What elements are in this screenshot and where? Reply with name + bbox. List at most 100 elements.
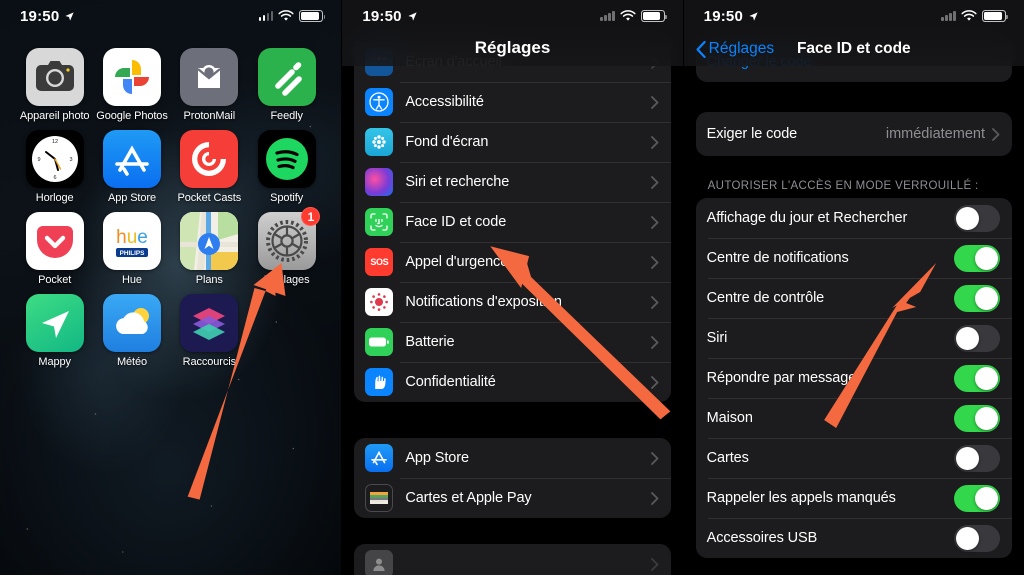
settings-row-label: Confidentialité — [405, 374, 496, 390]
battery-icon — [981, 10, 1008, 22]
app-row: Appareil photo Google Photos ProtonMail — [16, 48, 325, 130]
toggle-label: Maison — [706, 410, 753, 426]
app-label: App Store — [107, 192, 156, 204]
exposure-notifications-icon — [365, 288, 394, 316]
chevron-right-icon — [650, 375, 659, 389]
svg-text:hue: hue — [116, 227, 148, 248]
cellular-bars-icon — [600, 11, 615, 21]
toggle-switch[interactable] — [953, 524, 1000, 552]
pocket-app-icon — [25, 212, 84, 270]
back-button[interactable]: Réglages — [696, 40, 774, 58]
app-mappy[interactable]: Mappy — [16, 294, 93, 368]
app-label: Plans — [195, 274, 223, 286]
settings-row-cartes-apple-pay[interactable]: Cartes et Apple Pay — [354, 478, 671, 518]
toggle-switch[interactable] — [953, 324, 1000, 352]
three-phone-screenshots: 19:50 Appareil photo Google Photos Proto… — [0, 0, 1024, 575]
battery-icon — [640, 10, 667, 22]
toggle-row-rappeler-appels-manques[interactable]: Rappeler les appels manqués — [696, 478, 1012, 518]
app-horloge[interactable]: 12 3 6 9 Horloge — [16, 130, 93, 204]
settings-row-label: Batterie — [405, 334, 455, 350]
toggle-switch[interactable] — [953, 284, 1000, 312]
status-bar-faceid: 19:50 — [684, 0, 1024, 32]
require-code-value: immédiatement — [885, 126, 985, 142]
toggle-switch[interactable] — [953, 364, 1000, 392]
mappy-app-icon — [25, 294, 84, 352]
wallet-apple-pay-icon — [365, 484, 394, 512]
toggle-row-cartes[interactable]: Cartes — [696, 438, 1012, 478]
pocket-casts-app-icon — [180, 130, 239, 188]
status-bar-left: 19:50 — [20, 8, 75, 25]
feedly-app-icon — [257, 48, 316, 106]
settings-row-accessibilite[interactable]: Accessibilité — [354, 82, 671, 122]
app-pocket-casts[interactable]: Pocket Casts — [171, 130, 248, 204]
app-pocket[interactable]: Pocket — [16, 212, 93, 286]
app-label: Feedly — [270, 110, 303, 122]
settings-row-batterie[interactable]: Batterie — [354, 322, 671, 362]
settings-row-appel-urgence[interactable]: SOS Appel d'urgence — [354, 242, 671, 282]
app-google-photos[interactable]: Google Photos — [93, 48, 170, 122]
toggle-row-centre-de-controle[interactable]: Centre de contrôle — [696, 278, 1012, 318]
toggle-switch[interactable] — [953, 444, 1000, 472]
camera-app-icon — [25, 48, 84, 106]
chevron-right-icon — [650, 175, 659, 189]
toggle-switch[interactable] — [953, 484, 1000, 512]
battery-settings-icon — [365, 328, 394, 356]
settings-group-1: Écran d'accueil Accessibilité Fond d'écr… — [354, 42, 671, 402]
app-store-settings-icon — [365, 444, 394, 472]
toggle-row-repondre-par-message[interactable]: Répondre par message — [696, 358, 1012, 398]
faceid-group-toggles: Affichage du jour et Rechercher Centre d… — [695, 198, 1012, 558]
app-appareil-photo[interactable]: Appareil photo — [16, 48, 93, 122]
toggle-row-maison[interactable]: Maison — [696, 398, 1012, 438]
settings-row-fond-decran[interactable]: Fond d'écran — [354, 122, 671, 162]
app-feedly[interactable]: Feedly — [248, 48, 325, 122]
settings-row-face-id-et-code[interactable]: Face ID et code — [354, 202, 671, 242]
app-plans[interactable]: Plans — [171, 212, 248, 286]
chevron-right-icon — [650, 255, 659, 269]
row-exiger-le-code[interactable]: Exiger le code immédiatement — [696, 112, 1012, 156]
toggle-row-affichage-du-jour[interactable]: Affichage du jour et Rechercher — [696, 198, 1012, 238]
toggle-label: Affichage du jour et Rechercher — [706, 210, 908, 226]
settings-row-partial[interactable] — [354, 544, 670, 575]
settings-row-confidentialite[interactable]: Confidentialité — [354, 362, 671, 402]
app-label: ProtonMail — [183, 110, 236, 122]
toggle-row-accessoires-usb[interactable]: Accessoires USB — [696, 518, 1012, 558]
sos-glyph: SOS — [370, 257, 389, 267]
app-grid: Appareil photo Google Photos ProtonMail — [0, 48, 341, 376]
settings-scroll[interactable]: Écran d'accueil Accessibilité Fond d'écr… — [342, 0, 682, 575]
toggle-label: Rappeler les appels manqués — [706, 490, 896, 506]
toggle-switch[interactable] — [953, 404, 1000, 432]
settings-row-app-store[interactable]: App Store — [354, 438, 670, 478]
app-label: Spotify — [270, 192, 304, 204]
settings-row-siri[interactable]: Siri et recherche — [354, 162, 671, 202]
wifi-icon — [620, 10, 636, 21]
wifi-icon — [961, 10, 977, 21]
app-meteo[interactable]: Météo — [93, 294, 170, 368]
app-reglages[interactable]: 1 Réglages — [248, 207, 325, 286]
status-bar-right — [258, 10, 326, 22]
app-label: Google Photos — [96, 110, 168, 122]
chevron-left-icon — [696, 40, 706, 58]
toggle-switch[interactable] — [953, 204, 1000, 232]
settings-row-label: Appel d'urgence — [405, 254, 509, 270]
accessibility-icon — [365, 88, 394, 116]
faceid-scroll[interactable]: Changer le code Exiger le code immédiate… — [684, 0, 1024, 575]
settings-row-label: Cartes et Apple Pay — [405, 490, 532, 506]
app-label: Réglages — [263, 274, 310, 286]
philips-hue-app-icon: hue PHILIPS — [102, 212, 161, 270]
status-bar-left: 19:50 — [704, 8, 759, 25]
app-spotify[interactable]: Spotify — [248, 130, 325, 204]
app-hue[interactable]: hue PHILIPS Hue — [93, 212, 170, 286]
app-protonmail[interactable]: ProtonMail — [171, 48, 248, 122]
toggle-row-siri[interactable]: Siri — [696, 318, 1012, 358]
app-raccourcis[interactable]: Raccourcis — [171, 294, 248, 368]
settings-row-notifications-exposition[interactable]: Notifications d'exposition — [354, 282, 671, 322]
settings-row-label: Accessibilité — [405, 94, 484, 110]
panel-home-screen: 19:50 Appareil photo Google Photos Proto… — [0, 0, 342, 575]
cellular-bars-icon — [258, 11, 274, 21]
settings-badge: 1 — [301, 207, 321, 226]
app-label: Raccourcis — [182, 356, 237, 368]
toggle-switch[interactable] — [953, 244, 1000, 272]
toggle-row-centre-de-notifications[interactable]: Centre de notifications — [696, 238, 1012, 278]
app-app-store[interactable]: App Store — [93, 130, 170, 204]
toggle-label: Centre de notifications — [706, 250, 849, 266]
